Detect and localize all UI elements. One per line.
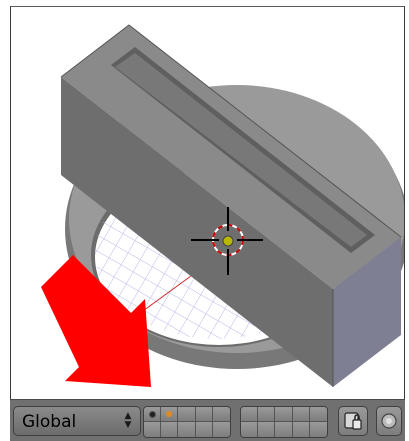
render-icon	[381, 413, 397, 429]
layer-used-dot	[149, 411, 157, 418]
layer-15-button[interactable]	[212, 422, 230, 437]
transform-orientation-value: Global	[22, 412, 77, 432]
transform-orientation-select[interactable]: Global ▲ ▼	[13, 406, 141, 436]
layer-16-button[interactable]	[241, 422, 259, 437]
layer-active-dot	[166, 411, 173, 417]
layer-5-button[interactable]	[212, 407, 230, 422]
layer-9-button[interactable]	[292, 407, 310, 422]
lock-layers-button[interactable]	[338, 406, 368, 436]
scene	[41, 24, 404, 387]
layer-18-button[interactable]	[275, 422, 293, 437]
layer-10-button[interactable]	[309, 407, 327, 422]
layer-17-button[interactable]	[258, 422, 276, 437]
3d-viewport[interactable]	[10, 6, 405, 399]
lock-icon	[344, 412, 362, 430]
layer-4-button[interactable]	[195, 407, 213, 422]
layer-12-button[interactable]	[161, 422, 179, 437]
layer-13-button[interactable]	[178, 422, 196, 437]
render-preview-button[interactable]	[376, 406, 402, 436]
layer-14-button[interactable]	[195, 422, 213, 437]
layer-2-button[interactable]	[161, 407, 179, 422]
viewport-header: Global ▲ ▼	[10, 399, 405, 441]
layers-group-2[interactable]	[240, 406, 328, 438]
layer-11-button[interactable]	[144, 422, 162, 437]
layer-6-button[interactable]	[241, 407, 259, 422]
layer-8-button[interactable]	[275, 407, 293, 422]
layer-20-button[interactable]	[309, 422, 327, 437]
layer-7-button[interactable]	[258, 407, 276, 422]
up-down-arrows-icon: ▲ ▼	[124, 411, 132, 430]
layer-19-button[interactable]	[292, 422, 310, 437]
layer-3-button[interactable]	[178, 407, 196, 422]
layers-group-1[interactable]	[143, 406, 231, 438]
layer-1-button[interactable]	[144, 407, 162, 422]
